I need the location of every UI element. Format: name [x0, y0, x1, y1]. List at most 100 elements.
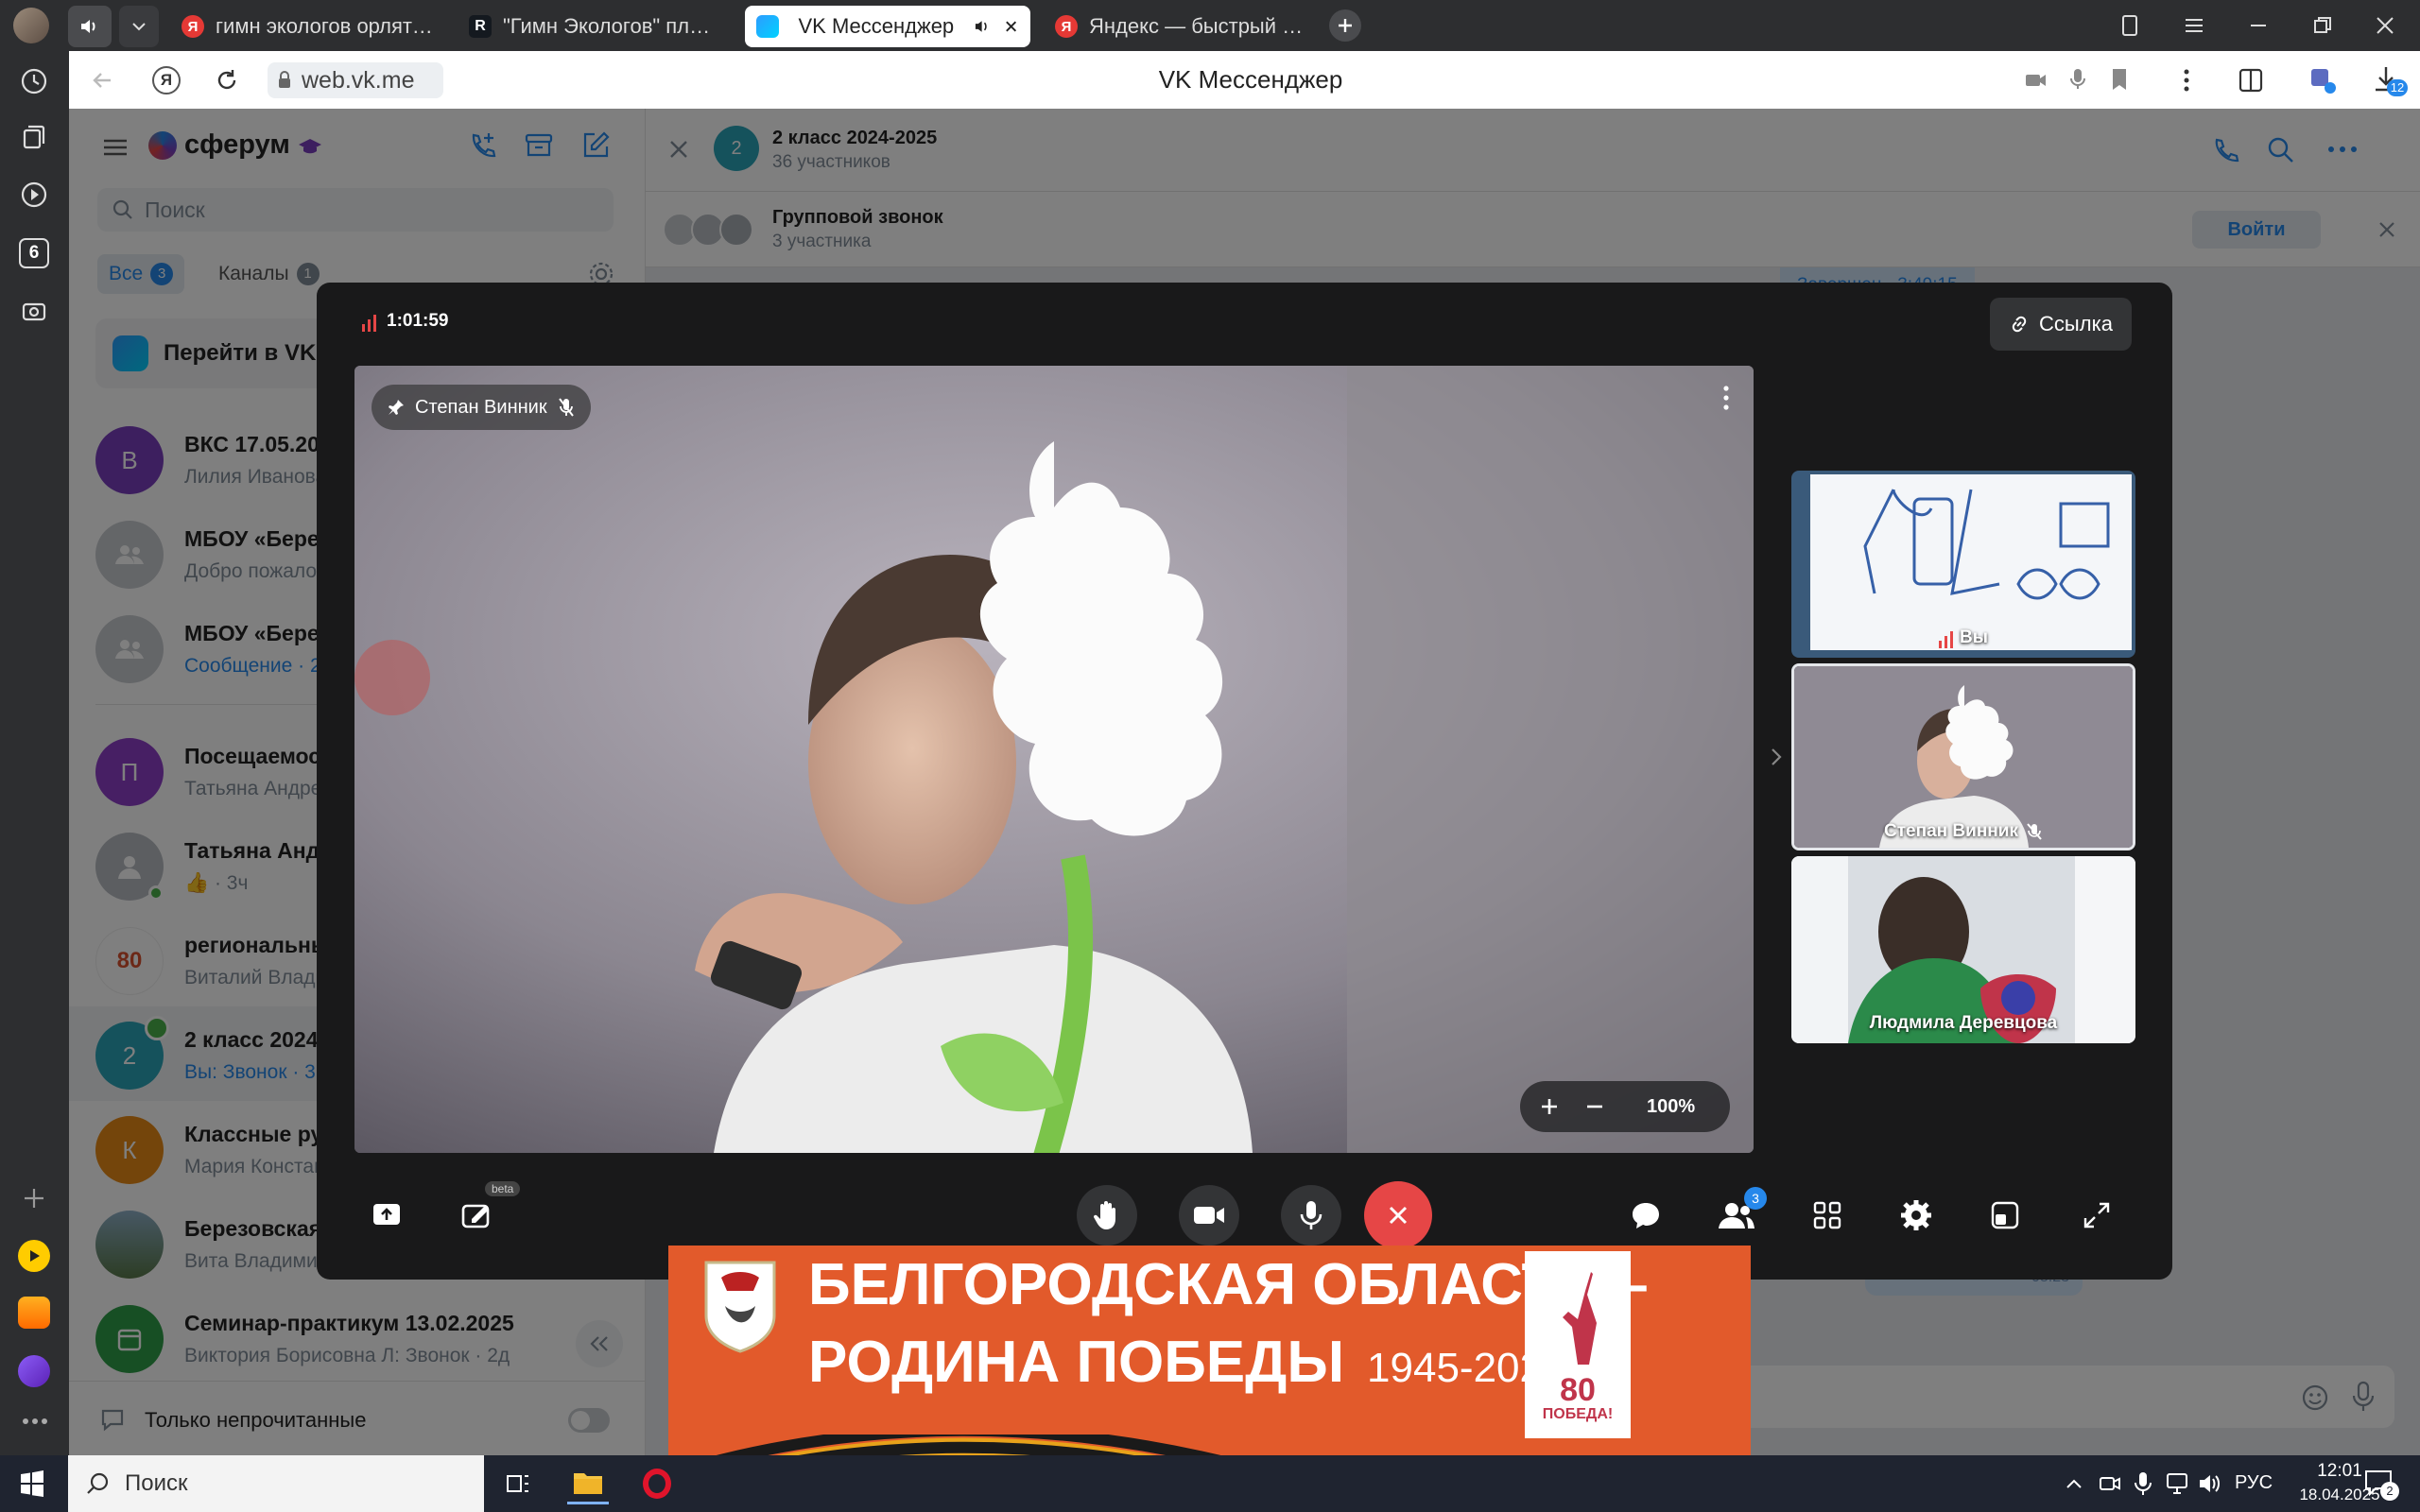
self-label: Вы [1791, 627, 2135, 648]
video-icon[interactable] [17, 178, 51, 212]
tab-yandex-search-2[interactable]: Я Яндекс — быстрый поиск [1044, 6, 1318, 47]
close-window-icon[interactable] [2373, 13, 2397, 38]
camera-tray-icon[interactable] [2099, 1472, 2121, 1495]
downloads-button[interactable]: 12 [2372, 64, 2410, 98]
chevron-right-icon[interactable] [1769, 746, 1784, 768]
yandex-icon: Я [182, 15, 204, 38]
microphone-indicator-icon[interactable] [2067, 67, 2088, 92]
opera-icon[interactable] [643, 1469, 671, 1499]
task-view-icon[interactable] [505, 1470, 531, 1497]
more-vertical-icon[interactable] [1721, 385, 1731, 411]
downloads-badge: 12 [2387, 79, 2408, 96]
file-explorer-icon[interactable] [567, 1463, 609, 1504]
zoom-out-icon[interactable] [1584, 1096, 1605, 1117]
participant-video-frame [354, 366, 1754, 1153]
speaker-icon [81, 20, 95, 33]
rutube-icon: R [469, 15, 492, 38]
tab-yandex-search-1[interactable]: Я гимн экологов орлята рос [170, 6, 444, 47]
main-video-tile[interactable]: Степан Винник 100% [354, 366, 1754, 1153]
menu-icon[interactable] [2182, 13, 2206, 38]
chevron-up-icon[interactable] [2065, 1474, 2083, 1493]
participants-button[interactable]: 3 [1703, 1181, 1771, 1249]
taskbar-search[interactable]: Поиск [68, 1455, 484, 1512]
participant-thumb-stepan[interactable]: Степан Винник [1791, 663, 2135, 850]
more-vertical-icon[interactable] [2181, 68, 2192, 93]
screen-share-icon [373, 1204, 400, 1225]
hand-icon [1093, 1201, 1115, 1229]
tray-placeholder [2165, 1470, 2166, 1471]
zoom-level: 100% [1647, 1095, 1696, 1117]
participant-name: Степан Винник [1884, 821, 2018, 841]
tab-vk-messenger[interactable]: VK Мессенджер [745, 6, 1030, 47]
collections-icon[interactable] [2118, 13, 2142, 38]
zoom-in-icon[interactable] [1539, 1096, 1560, 1117]
badge-icon[interactable]: 6 [19, 238, 49, 268]
more-dots-icon[interactable] [21, 1412, 49, 1431]
badge-number: 80 [1560, 1372, 1596, 1408]
grid-icon [1813, 1201, 1841, 1229]
windows-start-icon[interactable] [19, 1470, 45, 1497]
translate-icon[interactable] [2308, 65, 2338, 95]
bookmark-icon[interactable] [2109, 67, 2130, 92]
end-call-button[interactable] [1364, 1181, 1432, 1249]
copy-link-button[interactable]: Ссылка [1990, 298, 2132, 351]
call-settings-button[interactable] [1882, 1181, 1950, 1249]
participant-thumb-self[interactable]: Вы [1791, 471, 2135, 658]
camera-indicator-icon[interactable] [2024, 70, 2048, 91]
minimize-icon[interactable] [2246, 13, 2271, 38]
yandex-home-icon[interactable]: Я [152, 66, 181, 94]
microphone-toggle-button[interactable] [1277, 1181, 1345, 1249]
yandex-music-icon[interactable] [18, 1240, 50, 1272]
rail-badge-text: 6 [28, 243, 40, 263]
vk-messenger-icon [756, 15, 779, 38]
badge-text: ПОБЕДА! [1542, 1406, 1614, 1422]
fullscreen-button[interactable] [2063, 1181, 2131, 1249]
link-icon [2012, 316, 2027, 333]
camera-toggle-button[interactable] [1175, 1181, 1243, 1249]
tab-label: гимн экологов орлята рос [216, 14, 433, 38]
lock-icon [279, 71, 290, 88]
restore-icon[interactable] [2310, 13, 2335, 38]
pages-icon[interactable] [17, 121, 51, 155]
speaker-name: Степан Винник [415, 396, 547, 418]
banner-line-2: РОДИНА ПОБЕДЫ 1945-2025 [808, 1329, 1565, 1396]
history-icon[interactable] [17, 64, 51, 98]
url-field[interactable]: web.vk.me [268, 62, 443, 98]
picture-in-picture-button[interactable] [1971, 1181, 2039, 1249]
profile-avatar[interactable] [13, 8, 49, 43]
reload-icon[interactable] [213, 66, 241, 94]
pin-icon [389, 400, 404, 415]
tab-audio-icon[interactable] [974, 18, 992, 35]
alice-icon[interactable] [18, 1355, 50, 1387]
screenshot-icon[interactable] [17, 295, 51, 329]
gear-icon [1901, 1200, 1931, 1230]
participant-thumb-lyudmila[interactable]: Людмила Деревцова [1791, 856, 2135, 1043]
tab-label: VK Мессенджер [798, 14, 955, 38]
layout-grid-button[interactable] [1793, 1181, 1861, 1249]
motherland-statue-icon [1563, 1272, 1597, 1365]
reader-icon[interactable] [2236, 65, 2266, 95]
tab-rutube[interactable]: R "Гимн Экологов" плюс+ те [458, 6, 732, 47]
volume-icon[interactable] [2197, 1470, 2221, 1497]
share-screen-button[interactable] [353, 1181, 421, 1249]
whiteboard-button[interactable]: beta [443, 1181, 521, 1249]
windows-taskbar: Поиск РУС 12:01 18.04.2025 2 [0, 1455, 2420, 1512]
microphone-tray-icon[interactable] [2133, 1470, 2153, 1497]
signal-bars-icon [362, 315, 376, 332]
participant-label: Степан Винник [1794, 821, 2133, 842]
notifications-button[interactable]: 2 [2363, 1469, 2401, 1501]
mic-muted-icon [558, 398, 574, 417]
chat-button[interactable] [1612, 1181, 1680, 1249]
back-icon[interactable] [90, 67, 116, 94]
network-icon[interactable] [2165, 1470, 2189, 1497]
tab-close-icon[interactable] [1003, 18, 1019, 35]
add-panel-icon[interactable] [17, 1181, 51, 1215]
new-tab-button[interactable] [1329, 9, 1361, 42]
mail-icon[interactable] [18, 1297, 50, 1329]
tabs-dropdown-button[interactable] [119, 6, 159, 47]
raise-hand-button[interactable] [1073, 1181, 1141, 1249]
input-language[interactable]: РУС [2235, 1472, 2273, 1494]
browser-side-rail: 6 [0, 51, 69, 1455]
tab-audio-button[interactable] [68, 6, 112, 47]
notification-count: 2 [2380, 1482, 2399, 1501]
